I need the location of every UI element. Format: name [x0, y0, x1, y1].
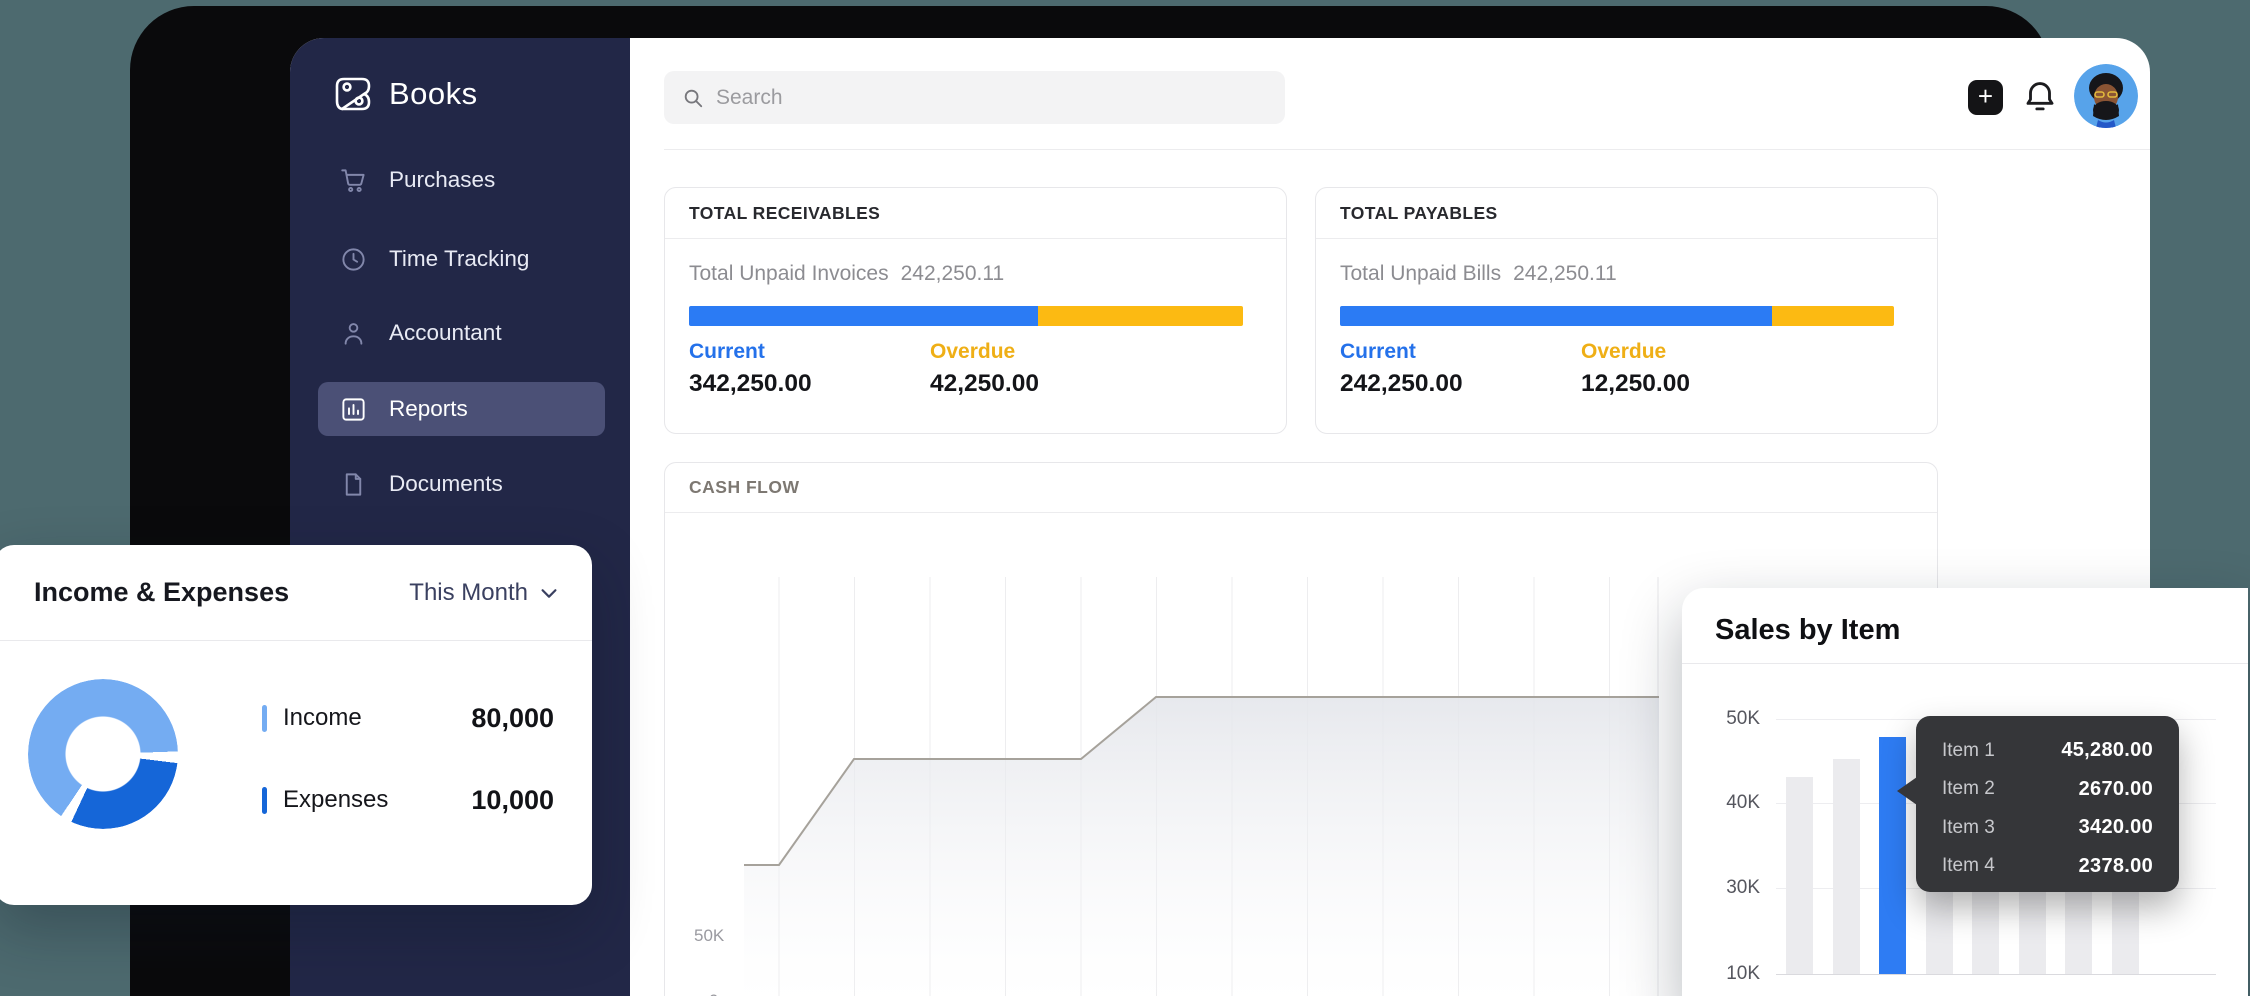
- tooltip-item-value: 2378.00: [2079, 855, 2153, 878]
- period-dropdown[interactable]: This Month: [409, 579, 560, 607]
- legend-item-expenses: Expenses 10,000: [262, 783, 554, 817]
- income-expenses-donut-chart: [28, 679, 178, 829]
- payables-title: TOTAL PAYABLES: [1316, 188, 1937, 239]
- expenses-label: Expenses: [283, 786, 388, 814]
- books-logo-icon: [331, 72, 375, 116]
- income-expenses-header: Income & Expenses This Month: [0, 545, 592, 641]
- tooltip-item-value: 3420.00: [2079, 816, 2153, 839]
- income-label: Income: [283, 704, 362, 732]
- receivables-current-value: 342,250.00: [689, 370, 812, 398]
- document-icon: [340, 471, 367, 498]
- payables-subtitle: Total Unpaid Bills 242,250.11: [1340, 262, 1617, 286]
- notifications-button[interactable]: [2021, 78, 2059, 116]
- cash-flow-chart: [744, 577, 1659, 996]
- cart-icon: [340, 167, 367, 194]
- bell-icon: [2021, 78, 2059, 116]
- clock-icon: [340, 246, 367, 273]
- payables-current-label: Current: [1340, 340, 1416, 364]
- sales-ytick-50k: 50K: [1710, 708, 1760, 730]
- tooltip-row: Item 3 3420.00: [1942, 816, 2153, 839]
- user-avatar[interactable]: [2074, 64, 2138, 128]
- receivables-progress-bar: [689, 306, 1243, 326]
- sales-divider: [1682, 663, 2248, 664]
- period-dropdown-value: This Month: [409, 579, 528, 607]
- sidebar-item-label: Documents: [389, 471, 503, 497]
- income-expenses-card: Income & Expenses This Month Income 80,0…: [0, 545, 592, 905]
- sales-tooltip: Item 1 45,280.00 Item 2 2670.00 Item 3 3…: [1916, 716, 2179, 892]
- app-logo[interactable]: Books: [331, 72, 478, 116]
- axis-baseline: [1776, 974, 2216, 975]
- sidebar-item-purchases[interactable]: Purchases: [318, 153, 605, 207]
- legend-item-income: Income 80,000: [262, 701, 554, 735]
- sales-bar[interactable]: [1786, 777, 1813, 974]
- tooltip-row: Item 4 2378.00: [1942, 855, 2153, 878]
- income-value: 80,000: [471, 703, 554, 734]
- total-receivables-card: TOTAL RECEIVABLES Total Unpaid Invoices …: [664, 187, 1287, 434]
- expenses-value: 10,000: [471, 785, 554, 816]
- tooltip-row: Item 1 45,280.00: [1942, 739, 2153, 762]
- receivables-overdue-bar: [1038, 306, 1243, 326]
- page: Books Purchases Time Tracking: [0, 0, 2250, 996]
- expenses-legend-marker: [262, 787, 267, 814]
- sales-by-item-title: Sales by Item: [1715, 614, 1900, 647]
- receivables-overdue-value: 42,250.00: [930, 370, 1039, 398]
- receivables-overdue-label: Overdue: [930, 340, 1015, 364]
- sidebar-item-label: Reports: [389, 396, 468, 422]
- header-divider: [664, 149, 2150, 150]
- sales-ytick-40k: 40K: [1710, 792, 1760, 814]
- search-icon: [682, 87, 704, 109]
- sidebar-item-accountant[interactable]: Accountant: [318, 306, 605, 360]
- payables-current-value: 242,250.00: [1340, 370, 1463, 398]
- sidebar-item-documents[interactable]: Documents: [318, 457, 605, 511]
- search-input-wrapper: [664, 71, 1285, 124]
- tooltip-item-label: Item 4: [1942, 855, 1995, 877]
- search-input[interactable]: [716, 86, 1236, 110]
- receivables-current-label: Current: [689, 340, 765, 364]
- income-legend-marker: [262, 705, 267, 732]
- income-expenses-title: Income & Expenses: [34, 577, 289, 608]
- sales-bar-highlighted[interactable]: [1879, 737, 1906, 974]
- cashflow-ytick-0: 0: [709, 991, 718, 996]
- bar-chart-icon: [340, 396, 367, 423]
- sidebar-item-time-tracking[interactable]: Time Tracking: [318, 232, 605, 286]
- sidebar-item-label: Purchases: [389, 167, 495, 193]
- sales-ytick-10k: 10K: [1710, 963, 1760, 985]
- cashflow-ytick-50k: 50K: [694, 926, 724, 946]
- total-payables-card: TOTAL PAYABLES Total Unpaid Bills 242,25…: [1315, 187, 1938, 434]
- payables-current-bar: [1340, 306, 1772, 326]
- sidebar-item-label: Accountant: [389, 320, 502, 346]
- tooltip-item-label: Item 2: [1942, 778, 1995, 800]
- app-logo-text: Books: [389, 76, 478, 112]
- tooltip-item-value: 2670.00: [2079, 778, 2153, 801]
- chevron-down-icon: [538, 582, 560, 604]
- tooltip-item-value: 45,280.00: [2061, 739, 2153, 762]
- receivables-title: TOTAL RECEIVABLES: [665, 188, 1286, 239]
- sidebar-item-reports[interactable]: Reports: [318, 382, 605, 436]
- person-icon: [340, 320, 367, 347]
- payables-overdue-bar: [1772, 306, 1894, 326]
- add-new-button[interactable]: +: [1968, 80, 2003, 115]
- tooltip-item-label: Item 1: [1942, 740, 1995, 762]
- avatar-illustration: [2074, 64, 2138, 128]
- payables-progress-bar: [1340, 306, 1894, 326]
- cash-flow-title: CASH FLOW: [665, 463, 1937, 513]
- receivables-subtitle-value: 242,250.11: [901, 262, 1005, 286]
- receivables-subtitle-label: Total Unpaid Invoices: [689, 262, 889, 286]
- sales-bar[interactable]: [1833, 759, 1860, 974]
- payables-subtitle-label: Total Unpaid Bills: [1340, 262, 1501, 286]
- sales-by-item-card: Sales by Item 50K 40K 30K 10K Item 1 45,…: [1682, 588, 2248, 996]
- payables-overdue-label: Overdue: [1581, 340, 1666, 364]
- tooltip-row: Item 2 2670.00: [1942, 778, 2153, 801]
- tooltip-item-label: Item 3: [1942, 817, 1995, 839]
- sidebar-item-label: Time Tracking: [389, 246, 529, 272]
- sales-ytick-30k: 30K: [1710, 877, 1760, 899]
- payables-subtitle-value: 242,250.11: [1513, 262, 1617, 286]
- receivables-subtitle: Total Unpaid Invoices 242,250.11: [689, 262, 1004, 286]
- receivables-current-bar: [689, 306, 1038, 326]
- payables-overdue-value: 12,250.00: [1581, 370, 1690, 398]
